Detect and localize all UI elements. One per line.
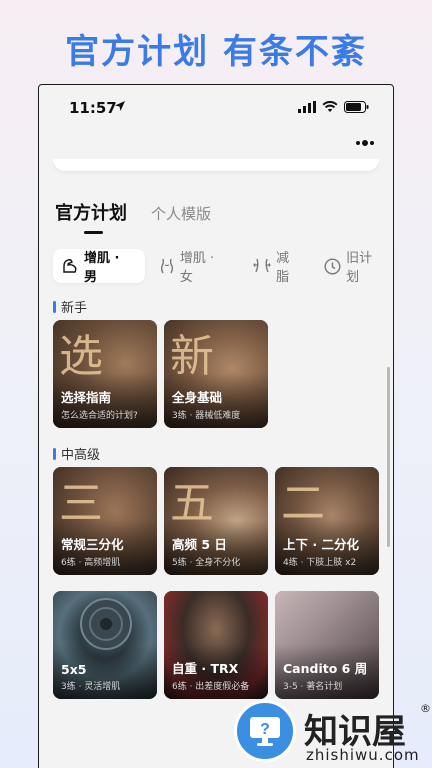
card-subtitle: 3-5 · 著名计划 — [283, 682, 343, 692]
card-title: 选择指南 — [61, 390, 112, 405]
section-beginner: 新手 — [53, 297, 87, 316]
chip-muscle-male[interactable]: 增肌 · 男 — [53, 249, 145, 285]
watermark-url: zhishiwu.com — [306, 746, 420, 764]
chip-fat-loss[interactable]: 减脂 — [245, 249, 310, 285]
active-tab-indicator — [84, 231, 103, 234]
watermark: ? 知识屋 ® zhishiwu.com — [234, 700, 432, 768]
monitor-question-icon: ? — [250, 717, 280, 746]
card-subtitle: 3练 · 灵活增肌 — [61, 682, 121, 692]
clock-icon — [324, 258, 341, 274]
plan-card-trx[interactable]: 自重 · TRX 6练 · 出差度假必备 — [164, 591, 268, 699]
card-subtitle: 3练 · 器械低难度 — [172, 411, 241, 421]
watermark-registered: ® — [420, 702, 431, 715]
tab-personal-templates[interactable]: 个人模版 — [151, 203, 211, 225]
plan-card-five-day[interactable]: 五 高频 5 日 5练 · 全身不分化 — [164, 467, 268, 575]
card-title: 全身基础 — [172, 390, 223, 405]
card-subtitle: 6练 · 出差度假必备 — [172, 682, 250, 692]
card-title: 常规三分化 — [61, 537, 124, 552]
card-subtitle: 5练 · 全身不分化 — [172, 558, 241, 568]
card-title: 5x5 — [61, 662, 87, 677]
status-bar: 11:57 — [69, 99, 369, 119]
cellular-signal-icon — [298, 101, 316, 113]
category-chips: 增肌 · 男 增肌 · 女 减脂 旧计划 — [53, 249, 393, 285]
section-beginner-label: 新手 — [61, 301, 88, 316]
plan-card-upper-lower[interactable]: 二 上下 · 二分化 4练 · 下肢上肢 x2 — [275, 467, 379, 575]
card-title: 高频 5 日 — [172, 537, 227, 552]
plan-card-three-split[interactable]: 三 常规三分化 6练 · 高频增肌 — [53, 467, 157, 575]
weight-plate-icon — [80, 598, 132, 650]
card-title: 上下 · 二分化 — [283, 537, 359, 552]
chip-label: 减脂 — [276, 251, 290, 285]
section-advanced: 中高级 — [53, 444, 100, 463]
tab-official-plans[interactable]: 官方计划 — [55, 199, 127, 225]
watermark-logo: ? — [234, 700, 296, 762]
section-advanced-label: 中高级 — [61, 448, 101, 463]
svg-text:?: ? — [260, 721, 270, 738]
wifi-icon — [322, 101, 338, 112]
headline: 官方计划 有条不紊 — [65, 32, 367, 72]
scrollbar[interactable] — [387, 367, 390, 547]
chip-old-plans[interactable]: 旧计划 — [316, 249, 393, 285]
top-card-edge — [53, 159, 379, 171]
status-time: 11:57 — [69, 99, 117, 117]
more-options-icon[interactable] — [355, 139, 375, 147]
female-body-icon — [160, 258, 173, 274]
card-subtitle: 4练 · 下肢上肢 x2 — [283, 558, 357, 568]
plan-card-fullbody[interactable]: 新 全身基础 3练 · 器械低难度 — [164, 320, 268, 428]
chip-label: 旧计划 — [346, 251, 373, 285]
battery-icon — [344, 101, 369, 113]
phone-screen: 11:57 官方计划 个人模版 增肌 · 男 增肌 · 女 减脂 旧计划 新手 … — [38, 84, 394, 768]
chip-label: 增肌 · 女 — [179, 251, 215, 285]
plan-card-guide[interactable]: 选 选择指南 怎么选合适的计划? — [53, 320, 157, 428]
card-subtitle: 6练 · 高频增肌 — [61, 558, 121, 568]
card-title: 自重 · TRX — [172, 661, 239, 676]
muscle-arm-icon — [63, 259, 77, 273]
plan-tabs: 官方计划 个人模版 — [55, 199, 211, 225]
location-arrow-icon — [115, 101, 125, 111]
chip-label: 增肌 · 男 — [83, 251, 120, 285]
chip-muscle-female[interactable]: 增肌 · 女 — [151, 249, 239, 285]
plan-card-5x5[interactable]: 5x5 3练 · 灵活增肌 — [53, 591, 157, 699]
plan-card-candito[interactable]: Candito 6 周 3-5 · 著名计划 — [275, 591, 379, 699]
section-marker — [53, 300, 56, 313]
card-subtitle: 怎么选合适的计划? — [61, 411, 138, 421]
waist-icon — [253, 258, 271, 273]
card-title: Candito 6 周 — [283, 661, 368, 676]
section-marker — [53, 447, 56, 460]
